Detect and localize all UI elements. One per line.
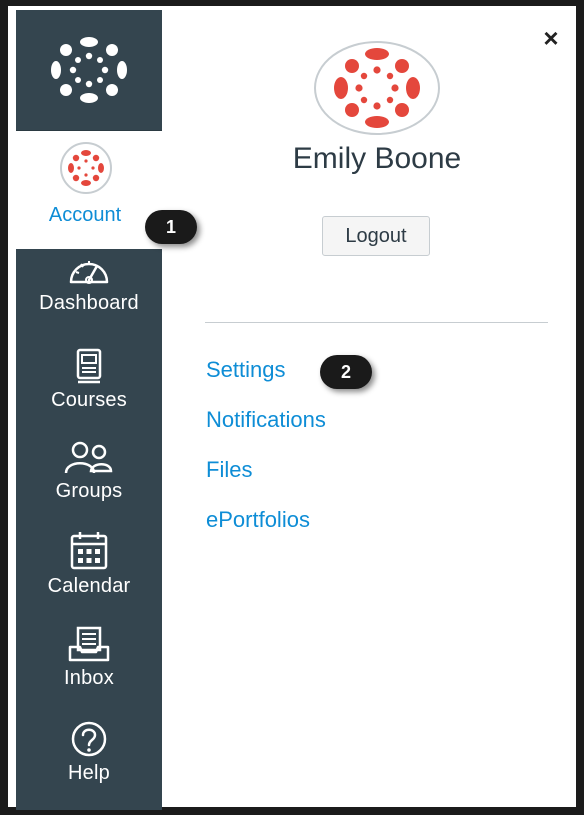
profile-avatar	[314, 41, 440, 135]
close-button[interactable]: ×	[537, 24, 565, 52]
nav-item-label: Dashboard	[39, 292, 139, 314]
courses-icon	[76, 348, 102, 384]
settings-link[interactable]: Settings	[206, 357, 286, 383]
nav-item-help[interactable]: Help	[16, 720, 162, 812]
canvas-logo-icon	[51, 37, 127, 103]
nav-item-groups[interactable]: Groups	[16, 440, 162, 532]
inbox-icon	[68, 626, 110, 662]
eportfolios-link[interactable]: ePortfolios	[206, 507, 310, 533]
nav-item-label: Groups	[55, 480, 123, 502]
user-name: Emily Boone	[292, 142, 462, 175]
nav-item-label: Account	[48, 204, 122, 226]
dashboard-icon	[69, 261, 109, 284]
nav-item-label: Help	[68, 762, 110, 784]
notifications-link[interactable]: Notifications	[206, 407, 326, 433]
global-nav: Account Dashboard Courses Groups Calenda…	[16, 10, 162, 810]
step-badge-1: 1	[145, 210, 197, 244]
close-icon: ×	[543, 23, 559, 53]
canvas-logo[interactable]	[16, 10, 162, 131]
nav-item-label: Inbox	[64, 667, 114, 689]
nav-item-courses[interactable]: Courses	[16, 347, 162, 439]
calendar-icon	[70, 532, 108, 570]
groups-icon	[64, 441, 113, 474]
files-link[interactable]: Files	[206, 457, 252, 483]
nav-item-dashboard[interactable]: Dashboard	[16, 254, 162, 346]
help-icon	[71, 721, 107, 757]
nav-item-calendar[interactable]: Calendar	[16, 531, 162, 623]
nav-item-account[interactable]: Account	[16, 131, 162, 249]
logout-button[interactable]: Logout	[322, 216, 430, 256]
divider	[205, 322, 548, 323]
step-badge-2: 2	[320, 355, 372, 389]
nav-item-label: Calendar	[47, 575, 131, 597]
avatar-icon	[60, 142, 112, 194]
nav-item-label: Courses	[51, 389, 127, 411]
nav-item-inbox[interactable]: Inbox	[16, 625, 162, 717]
